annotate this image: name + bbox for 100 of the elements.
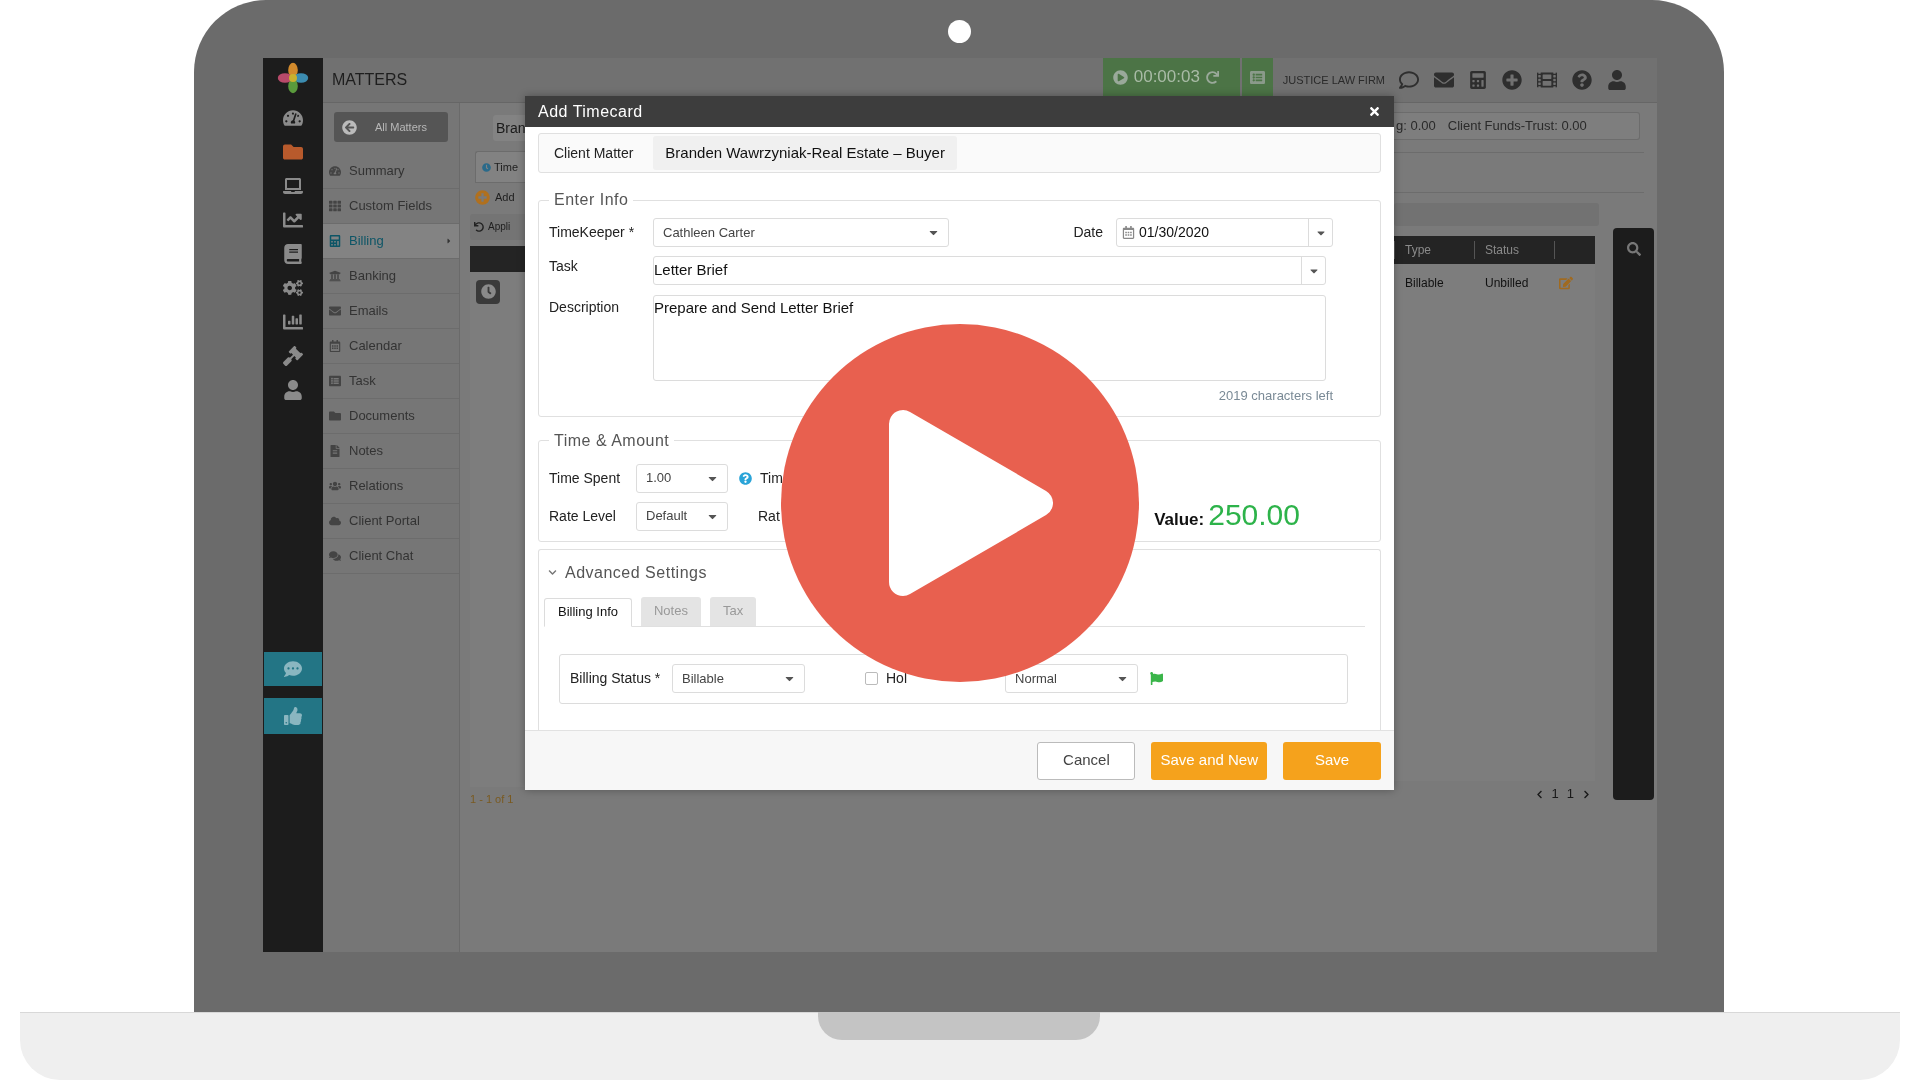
table-cell-text: Billable bbox=[1404, 275, 1445, 292]
comment-icon[interactable] bbox=[1399, 70, 1419, 90]
laptop-icon[interactable] bbox=[283, 176, 303, 196]
time-spent-select[interactable]: 1.00 bbox=[636, 463, 728, 493]
field-label: Tim bbox=[760, 468, 783, 488]
menu-item[interactable]: Client Portal bbox=[323, 504, 459, 539]
list-icon bbox=[1249, 69, 1265, 85]
tab[interactable]: Billing Info bbox=[544, 597, 632, 627]
table-cell-text: Unbilled bbox=[1484, 275, 1530, 292]
folder-icon bbox=[329, 410, 341, 422]
field-label: Rat bbox=[758, 506, 780, 526]
search-icon[interactable] bbox=[1626, 242, 1641, 256]
menu-item[interactable]: Billing bbox=[323, 224, 459, 259]
field-label: Billing Status * bbox=[570, 669, 662, 688]
record-count: 1 - 1 of 1 bbox=[470, 791, 515, 807]
primary-button[interactable]: Save and New bbox=[1151, 741, 1267, 780]
cloud-icon bbox=[329, 515, 341, 527]
user-icon[interactable] bbox=[1607, 70, 1627, 90]
firm-name: JUSTICE LAW FIRM bbox=[1282, 72, 1385, 88]
close-icon[interactable] bbox=[1368, 105, 1381, 118]
calculator-icon bbox=[329, 235, 341, 247]
menu-item[interactable]: Summary bbox=[323, 154, 459, 189]
reset-icon[interactable] bbox=[1205, 70, 1219, 84]
timer-text: 00:00:03 bbox=[1133, 66, 1200, 89]
user-icon[interactable] bbox=[283, 380, 303, 400]
menu-item[interactable]: Notes bbox=[323, 434, 459, 469]
envelope-icon bbox=[329, 305, 341, 317]
menu-item[interactable]: Task bbox=[323, 364, 459, 399]
film-icon[interactable] bbox=[1537, 70, 1557, 90]
timekeeper-select[interactable]: Cathleen Carter bbox=[653, 218, 949, 247]
character-count: 2019 characters left bbox=[1218, 387, 1333, 405]
page-number[interactable]: 1 bbox=[1551, 784, 1559, 804]
field-label: Task bbox=[549, 257, 579, 276]
timesheet-button[interactable] bbox=[1241, 58, 1273, 96]
billing-status-select[interactable]: Billable bbox=[672, 664, 805, 693]
next-page-icon[interactable] bbox=[1582, 789, 1591, 799]
menu-item[interactable]: Banking bbox=[323, 259, 459, 294]
hold-checkbox[interactable] bbox=[865, 672, 878, 685]
add-link[interactable]: Add bbox=[475, 189, 525, 206]
chevron-icon bbox=[548, 568, 557, 577]
trust-balance-text: Client Funds-Trust: 0.00 bbox=[1447, 117, 1587, 136]
gauge-icon[interactable] bbox=[283, 108, 303, 128]
feedback-button[interactable] bbox=[264, 698, 322, 734]
column-header: Type bbox=[1405, 242, 1431, 259]
list-icon bbox=[329, 375, 341, 387]
document-icon bbox=[329, 445, 341, 457]
help-icon[interactable] bbox=[739, 471, 752, 485]
people-icon bbox=[329, 480, 341, 492]
gavel-icon[interactable] bbox=[283, 346, 303, 366]
gauge-icon bbox=[329, 165, 341, 177]
menu-item[interactable]: Emails bbox=[323, 294, 459, 329]
field-label: Date bbox=[1073, 223, 1103, 242]
back-button[interactable]: All Matters bbox=[334, 112, 448, 142]
task-select[interactable]: Letter Brief bbox=[653, 256, 1326, 285]
chat-button[interactable] bbox=[264, 652, 322, 686]
apply-button[interactable]: Appli bbox=[470, 213, 525, 240]
page-number[interactable]: 1 bbox=[1566, 784, 1574, 804]
folder-icon[interactable] bbox=[283, 142, 303, 162]
advanced-settings-toggle[interactable]: Advanced Settings bbox=[548, 560, 1375, 585]
value-amount: 250.00 bbox=[1208, 496, 1300, 533]
dialog-title: Add Timecard bbox=[538, 101, 643, 122]
chat-bubbles-icon bbox=[329, 550, 341, 562]
gears-icon[interactable] bbox=[283, 278, 303, 298]
time-tab[interactable]: Time bbox=[475, 151, 525, 183]
envelope-icon[interactable] bbox=[1434, 70, 1454, 90]
play-button-overlay[interactable] bbox=[781, 324, 1139, 682]
grid-icon bbox=[329, 200, 341, 212]
field-label: Rate Level bbox=[549, 506, 617, 526]
tab[interactable]: Notes bbox=[641, 596, 701, 626]
clock-icon bbox=[482, 162, 491, 172]
undo-icon bbox=[474, 221, 484, 232]
menu-item[interactable]: Relations bbox=[323, 469, 459, 504]
menu-item[interactable]: Calendar bbox=[323, 329, 459, 364]
help-icon[interactable] bbox=[1572, 70, 1592, 90]
calculator-icon[interactable] bbox=[1469, 71, 1487, 89]
line-chart-icon[interactable] bbox=[283, 210, 303, 230]
add-icon bbox=[475, 189, 490, 205]
table-header-bar bbox=[470, 245, 525, 272]
cancel-button[interactable]: Cancel bbox=[1037, 741, 1136, 780]
bar-chart-icon[interactable] bbox=[283, 312, 303, 332]
column-header: Status bbox=[1485, 242, 1520, 259]
logo-icon bbox=[277, 62, 309, 94]
group-title: Enter Info bbox=[553, 190, 630, 210]
matter-tab[interactable]: Bran bbox=[493, 115, 525, 141]
rate-level-select[interactable]: Default bbox=[636, 501, 728, 531]
client-matter-value: Branden Wawrzyniak-Real Estate – Buyer bbox=[653, 135, 957, 171]
primary-button[interactable]: Save bbox=[1283, 741, 1381, 780]
timer-button[interactable] bbox=[476, 279, 500, 304]
add-icon[interactable] bbox=[1502, 70, 1522, 90]
back-arrow-icon bbox=[342, 119, 357, 135]
tab[interactable]: Tax bbox=[709, 596, 757, 626]
date-field[interactable]: 01/30/2020 bbox=[1116, 218, 1333, 247]
menu-item[interactable]: Documents bbox=[323, 399, 459, 434]
play-icon[interactable] bbox=[1112, 69, 1128, 85]
field-label: Description bbox=[549, 298, 621, 317]
previous-page-icon[interactable] bbox=[1534, 789, 1544, 799]
flag-icon bbox=[1150, 672, 1163, 685]
menu-item[interactable]: Client Chat bbox=[323, 539, 459, 574]
book-icon[interactable] bbox=[283, 244, 303, 264]
field-label: Time Spent bbox=[549, 468, 622, 488]
